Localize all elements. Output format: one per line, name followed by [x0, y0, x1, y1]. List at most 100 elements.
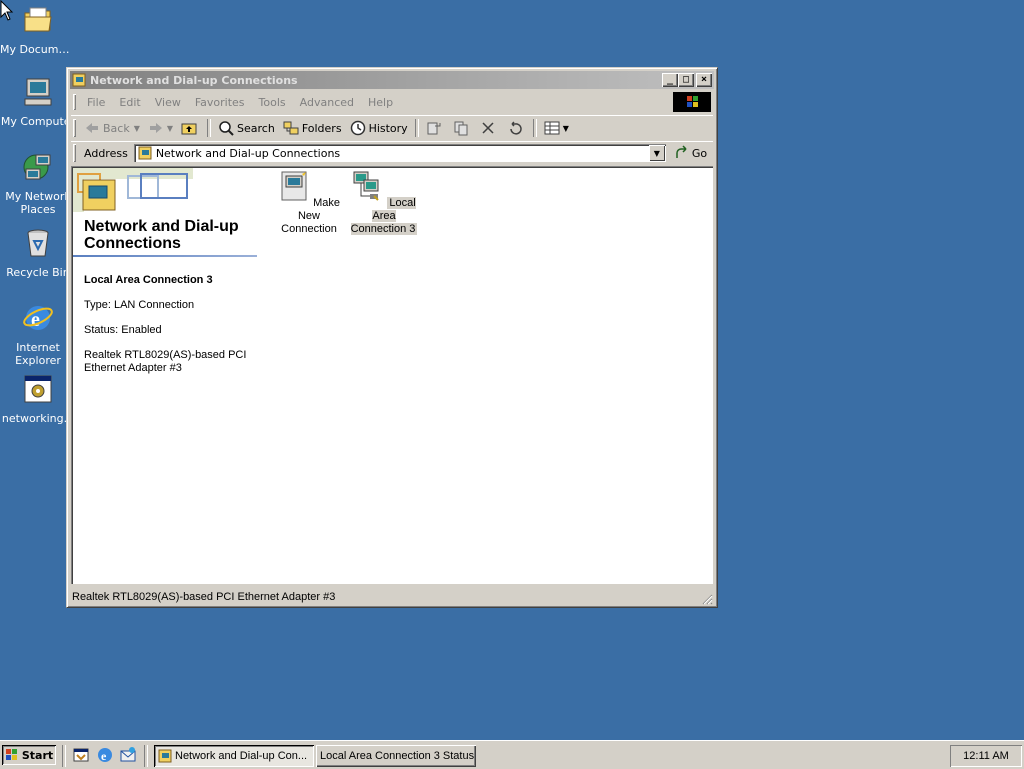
- back-label: Back: [103, 121, 130, 135]
- program-window-icon: [24, 375, 52, 403]
- item-label: Local Area Connection 3: [350, 197, 418, 235]
- history-button[interactable]: History: [346, 118, 412, 138]
- undo-icon: [509, 121, 522, 135]
- system-tray: 12:11 AM: [950, 745, 1022, 767]
- desktop-icon-my-network-places[interactable]: My Network Places: [0, 151, 76, 216]
- selected-item-type: Type: LAN Connection: [84, 299, 195, 311]
- taskbar: Start e Network and Dial-up Con... Local…: [0, 740, 1024, 769]
- copy-to-button[interactable]: [449, 118, 476, 138]
- task-label: Network and Dial-up Con...: [175, 750, 308, 762]
- history-label: History: [368, 121, 408, 135]
- menu-help[interactable]: Help: [361, 96, 400, 109]
- up-folder-button[interactable]: [177, 118, 204, 138]
- back-arrow-icon: [86, 123, 98, 133]
- item-make-new-connection[interactable]: Make New Connection: [273, 170, 345, 236]
- menu-advanced[interactable]: Advanced: [293, 96, 361, 109]
- views-button[interactable]: ▼: [540, 118, 573, 138]
- address-label: Address: [84, 146, 128, 160]
- history-clock-icon: [350, 120, 365, 136]
- panel-divider: [73, 255, 257, 257]
- lan-connection-icon: [353, 171, 380, 201]
- internet-explorer-icon: e: [23, 306, 53, 331]
- recycle-bin-icon: [27, 229, 49, 257]
- chevron-down-icon: ▼: [562, 123, 569, 133]
- toolbar-grip[interactable]: [73, 119, 76, 137]
- delete-x-icon: [482, 122, 494, 134]
- chevron-down-icon: ▼: [166, 123, 174, 133]
- svg-text:e: e: [101, 749, 107, 763]
- desktop-icon-label: Internet Explorer: [15, 341, 61, 367]
- address-input[interactable]: Network and Dial-up Connections ▼: [133, 144, 666, 162]
- explorer-window: Network and Dial-up Connections _ □ × Fi…: [66, 67, 718, 608]
- undo-button[interactable]: [503, 118, 530, 138]
- start-label: Start: [21, 748, 54, 762]
- taskbar-separator: [62, 745, 66, 767]
- selected-item-status: Status: Enabled: [84, 324, 162, 336]
- address-value: Network and Dial-up Connections: [155, 146, 341, 160]
- start-button[interactable]: Start: [2, 745, 56, 765]
- computer-icon: [24, 78, 52, 106]
- views-grid-icon: [544, 121, 560, 135]
- close-button[interactable]: ×: [696, 73, 712, 87]
- folders-button[interactable]: Folders: [279, 118, 346, 138]
- delete-button[interactable]: [476, 118, 503, 138]
- toolbar-separator: [207, 119, 212, 137]
- panel-title: Network and Dial-up Connections: [84, 218, 239, 252]
- forward-button[interactable]: ▼: [144, 118, 177, 138]
- resize-grip-icon[interactable]: [701, 593, 713, 605]
- make-new-connection-icon: [281, 171, 307, 201]
- menu-tools[interactable]: Tools: [252, 96, 293, 109]
- search-label: Search: [237, 121, 275, 135]
- toolbar-grip[interactable]: [73, 94, 76, 110]
- menu-file[interactable]: File: [80, 96, 112, 109]
- search-button[interactable]: Search: [214, 118, 279, 138]
- desktop-icon-internet-explorer[interactable]: e Internet Explorer: [0, 302, 76, 367]
- window-title: Network and Dial-up Connections: [90, 73, 298, 87]
- desktop-icon-networking[interactable]: networking...: [0, 373, 76, 425]
- folder-documents-icon: [24, 7, 52, 32]
- internet-explorer-icon[interactable]: e: [96, 746, 114, 764]
- minimize-button[interactable]: _: [662, 73, 678, 87]
- network-globe-icon: [23, 154, 51, 180]
- status-text: Realtek RTL8029(AS)-based PCI Ethernet A…: [72, 591, 336, 603]
- folders-icon: [283, 121, 299, 135]
- selected-item-device: Realtek RTL8029(AS)-based PCI Ethernet A…: [84, 349, 247, 374]
- desktop-icon-recycle-bin[interactable]: Recycle Bin: [0, 227, 76, 279]
- address-bar: Address Network and Dial-up Connections …: [71, 141, 713, 164]
- chevron-down-icon: ▼: [133, 123, 140, 133]
- back-button[interactable]: Back ▼: [80, 118, 144, 138]
- menu-favorites[interactable]: Favorites: [188, 96, 252, 109]
- toolbar-separator: [414, 119, 419, 137]
- taskbar-separator: [144, 745, 148, 767]
- outlook-express-icon[interactable]: [119, 746, 137, 764]
- item-local-area-connection-3[interactable]: Local Area Connection 3: [348, 170, 420, 236]
- maximize-button[interactable]: □: [678, 73, 694, 87]
- desktop-icon-my-computer[interactable]: My Computer: [0, 76, 76, 128]
- title-bar[interactable]: Network and Dial-up Connections _ □ ×: [70, 71, 714, 89]
- menu-view[interactable]: View: [148, 96, 188, 109]
- standard-toolbar: Back ▼ ▼ Search Folders History ▼: [71, 115, 713, 140]
- task-label: Local Area Connection 3 Status: [320, 750, 475, 762]
- desktop-icon-label: My Network Places: [5, 190, 71, 216]
- move-to-button[interactable]: [422, 118, 449, 138]
- desktop-icon-label: My Documents: [0, 43, 76, 56]
- folders-label: Folders: [301, 121, 342, 135]
- desktop-icon-label: networking...: [1, 412, 75, 425]
- content-pane: Network and Dial-up Connections Local Ar…: [71, 166, 713, 584]
- clock[interactable]: 12:11 AM: [963, 750, 1009, 762]
- desktop-icon-my-documents[interactable]: My Documents: [0, 4, 76, 56]
- go-button[interactable]: Go: [674, 145, 707, 161]
- address-dropdown-button[interactable]: ▼: [648, 145, 665, 161]
- menu-edit[interactable]: Edit: [112, 96, 147, 109]
- go-arrow-icon: [676, 145, 687, 158]
- show-desktop-icon[interactable]: [72, 746, 90, 764]
- network-connections-icon: [138, 146, 152, 160]
- network-connections-icon: [72, 73, 86, 87]
- menu-bar: File Edit View Favorites Tools Advanced …: [71, 92, 713, 112]
- desktop-icon-label: Recycle Bin: [6, 266, 70, 279]
- search-icon: [219, 121, 234, 136]
- task-network-connections[interactable]: Network and Dial-up Con...: [154, 745, 314, 767]
- status-bar: Realtek RTL8029(AS)-based PCI Ethernet A…: [70, 588, 714, 606]
- task-lan-status[interactable]: Local Area Connection 3 Status: [316, 745, 476, 767]
- up-folder-icon: [181, 123, 197, 135]
